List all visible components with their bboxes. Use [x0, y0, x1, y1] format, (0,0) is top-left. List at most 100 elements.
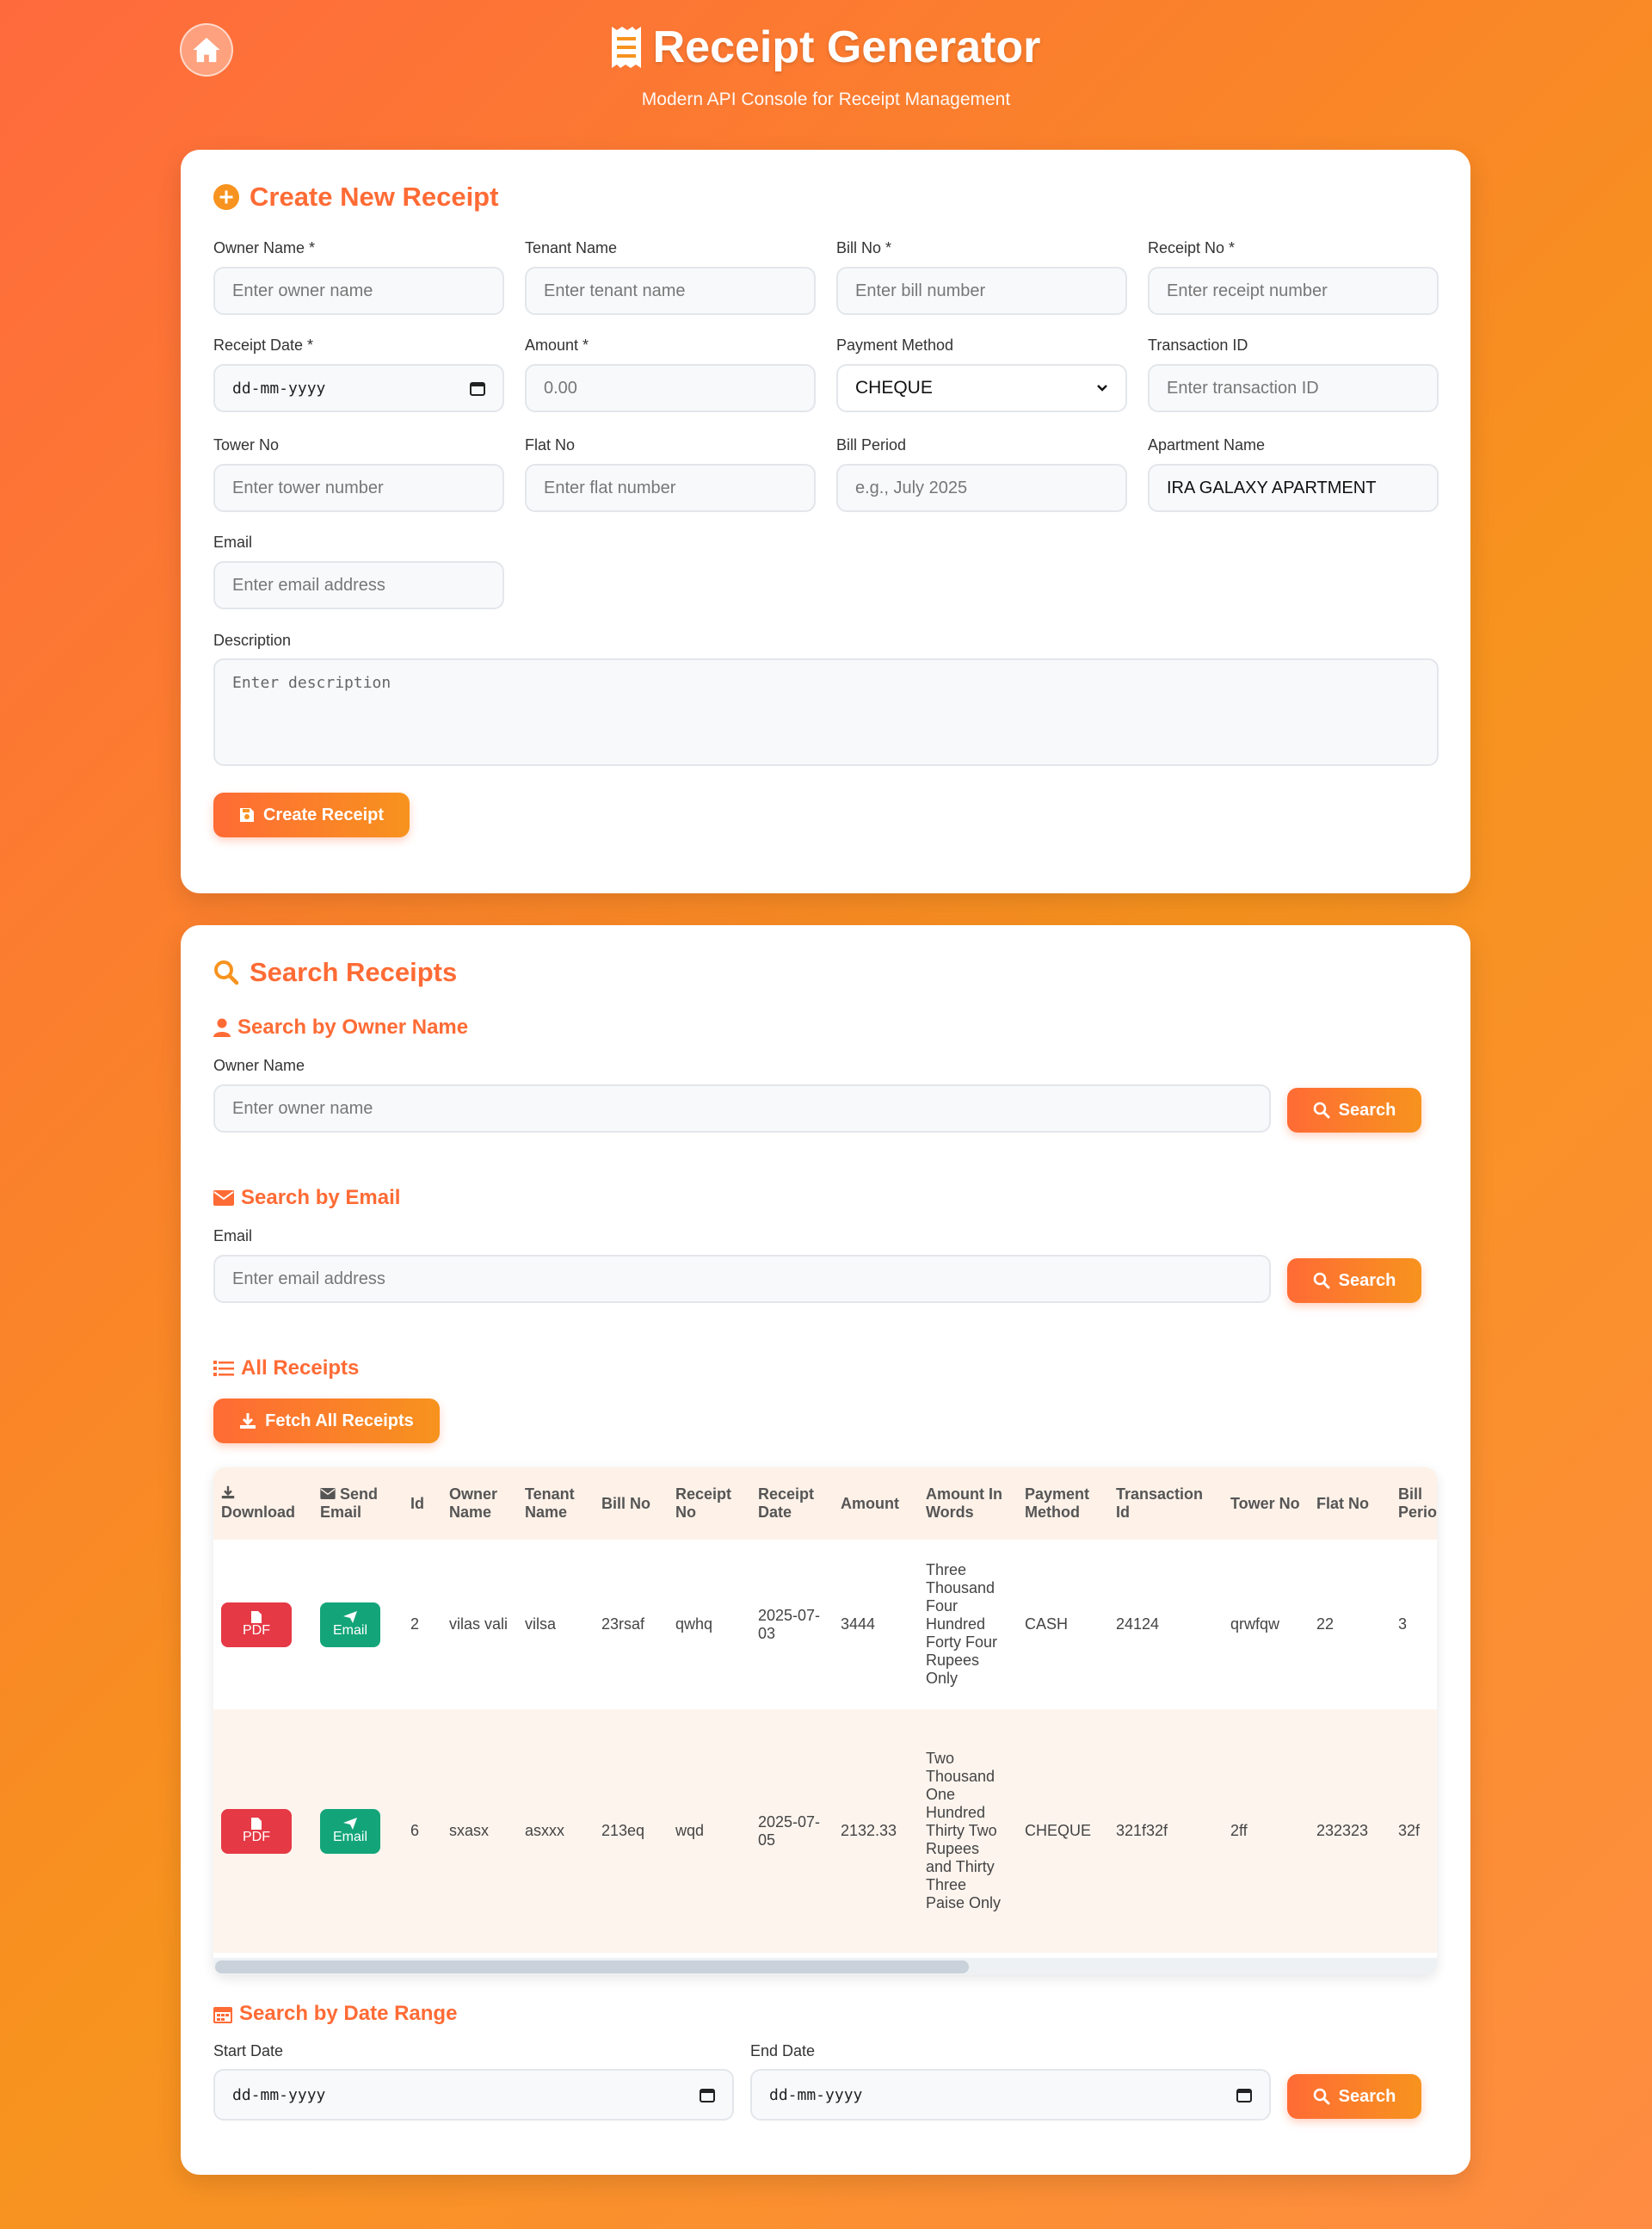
scrollbar-thumb[interactable]	[215, 1960, 969, 1973]
cell-transaction-id: 24124	[1116, 1615, 1160, 1633]
flat-no-label: Flat No	[525, 436, 576, 454]
col-download: Download	[213, 1467, 312, 1540]
envelope-icon	[213, 1190, 234, 1206]
envelope-icon	[320, 1488, 336, 1499]
plus-circle-icon	[213, 184, 239, 210]
tenant-name-input[interactable]: Enter tenant name	[525, 267, 816, 315]
receipt-icon	[611, 27, 641, 68]
col-payment-method: Payment Method	[1025, 1485, 1090, 1521]
tower-no-input[interactable]: Enter tower number	[213, 464, 504, 512]
send-email-button[interactable]: Email	[320, 1602, 380, 1647]
receipt-date-input[interactable]: dd-mm-yyyy	[213, 364, 504, 412]
col-send-email: Send Email	[312, 1467, 403, 1540]
email-label: Email	[332, 1623, 367, 1638]
description-label: Description	[213, 632, 292, 649]
tower-no-label: Tower No	[213, 436, 280, 454]
create-receipt-label: Create Receipt	[262, 805, 385, 824]
calendar-icon[interactable]	[700, 2087, 715, 2102]
cell-flat-no: 232323	[1316, 1822, 1369, 1839]
download-icon	[240, 1413, 256, 1429]
cell-owner-name: sxasx	[449, 1822, 490, 1839]
all-receipts-title: All Receipts	[213, 1356, 359, 1380]
amount-label: Amount *	[525, 337, 589, 354]
end-date-label: End Date	[750, 2042, 816, 2059]
search-email-button[interactable]: Search	[1287, 1258, 1421, 1303]
search-title: Search Receipts	[213, 957, 457, 988]
cell-flat-no: 22	[1316, 1615, 1335, 1633]
cell-bill-period: 3	[1398, 1615, 1408, 1633]
col-bill-no: Bill No	[601, 1494, 650, 1512]
bill-period-input[interactable]: e.g., July 2025	[836, 464, 1127, 512]
email-input[interactable]: Enter email address	[213, 561, 504, 609]
col-owner-name: Owner Name	[449, 1485, 498, 1521]
bill-period-label: Bill Period	[836, 436, 907, 454]
receipts-table: Download Send Email Id Owner Name Tenant…	[213, 1467, 1437, 1953]
apartment-name-label: Apartment Name	[1148, 436, 1266, 454]
cell-amount-words: Two Thousand One Hundred Thirty Two Rupe…	[926, 1750, 1002, 1911]
transaction-id-input[interactable]: Enter transaction ID	[1148, 364, 1439, 412]
cell-receipt-date: 2025-07-05	[758, 1812, 821, 1849]
end-date-placeholder: dd-mm-yyyy	[769, 2085, 863, 2104]
search-owner-label: Owner Name	[213, 1057, 305, 1074]
search-by-date-title: Search by Date Range	[213, 2002, 457, 2026]
download-pdf-button[interactable]: PDF	[221, 1602, 292, 1647]
pdf-label: PDF	[243, 1830, 270, 1844]
fetch-all-receipts-button[interactable]: Fetch All Receipts	[213, 1399, 440, 1443]
amount-input[interactable]: 0.00	[525, 364, 816, 412]
page-title: Receipt Generator	[0, 19, 1652, 76]
table-horizontal-scrollbar[interactable]	[213, 1958, 1437, 1975]
col-receipt-no: Receipt No	[675, 1485, 732, 1521]
calendar-icon[interactable]	[1236, 2087, 1252, 2102]
col-amount-words: Amount In Words	[926, 1485, 1002, 1521]
download-pdf-button[interactable]: PDF	[221, 1808, 292, 1854]
cell-owner-name: vilas vali	[449, 1615, 509, 1633]
email-label: Email	[332, 1830, 367, 1844]
receipt-date-label: Receipt Date *	[213, 337, 314, 354]
transaction-id-label: Transaction ID	[1148, 337, 1248, 354]
search-owner-input[interactable]: Enter owner name	[213, 1084, 1271, 1133]
paper-plane-icon	[343, 1611, 357, 1623]
search-date-button[interactable]: Search	[1287, 2074, 1421, 2119]
table-row: PDF Email 2 vilas vali vilsa 23rsaf qwhq…	[213, 1540, 1437, 1709]
apartment-name-input[interactable]: IRA GALAXY APARTMENT	[1148, 464, 1439, 512]
search-email-input[interactable]: Enter email address	[213, 1255, 1271, 1303]
table-header-row: Download Send Email Id Owner Name Tenant…	[213, 1467, 1437, 1540]
table-row: PDF Email 6 sxasx asxxx 213eq wqd 2025-0…	[213, 1709, 1437, 1953]
search-icon	[1313, 1102, 1330, 1119]
search-owner-button-label: Search	[1338, 1100, 1396, 1120]
cell-tenant-name: asxxx	[525, 1822, 565, 1839]
col-tenant-name: Tenant Name	[525, 1485, 575, 1521]
col-receipt-date: Receipt Date	[758, 1485, 815, 1521]
cell-bill-period: 32f	[1398, 1822, 1421, 1839]
flat-no-input[interactable]: Enter flat number	[525, 464, 816, 512]
calendar-icon	[213, 2007, 232, 2023]
description-textarea[interactable]: Enter description	[213, 658, 1439, 766]
search-by-email-title: Search by Email	[213, 1186, 400, 1210]
search-icon	[214, 960, 239, 985]
receipt-no-input[interactable]: Enter receipt number	[1148, 267, 1439, 315]
owner-name-input[interactable]: Enter owner name	[213, 267, 504, 315]
title-text: Receipt Generator	[652, 22, 1041, 72]
end-date-input[interactable]: dd-mm-yyyy	[750, 2069, 1271, 2121]
search-owner-button[interactable]: Search	[1287, 1088, 1421, 1133]
calendar-icon[interactable]	[470, 380, 485, 396]
cell-id: 2	[410, 1615, 420, 1633]
bill-no-input[interactable]: Enter bill number	[836, 267, 1127, 315]
send-email-button[interactable]: Email	[320, 1808, 380, 1854]
cell-receipt-date: 2025-07-03	[758, 1606, 821, 1642]
col-download-label: Download	[221, 1503, 295, 1521]
start-date-input[interactable]: dd-mm-yyyy	[213, 2069, 734, 2121]
bill-no-label: Bill No *	[836, 239, 892, 256]
all-receipts-text: All Receipts	[241, 1356, 360, 1380]
payment-method-label: Payment Method	[836, 337, 954, 354]
create-receipt-button[interactable]: Create Receipt	[213, 793, 410, 837]
cell-tower-no: qrwfqw	[1230, 1615, 1280, 1633]
tenant-name-label: Tenant Name	[525, 239, 618, 256]
payment-method-select[interactable]: CHEQUE	[836, 364, 1127, 412]
paper-plane-icon	[343, 1818, 357, 1830]
start-date-label: Start Date	[213, 2042, 284, 2059]
search-by-owner-title: Search by Owner Name	[213, 1016, 468, 1040]
download-icon	[221, 1485, 235, 1499]
list-icon	[213, 1361, 234, 1376]
search-email-button-label: Search	[1338, 1270, 1396, 1290]
